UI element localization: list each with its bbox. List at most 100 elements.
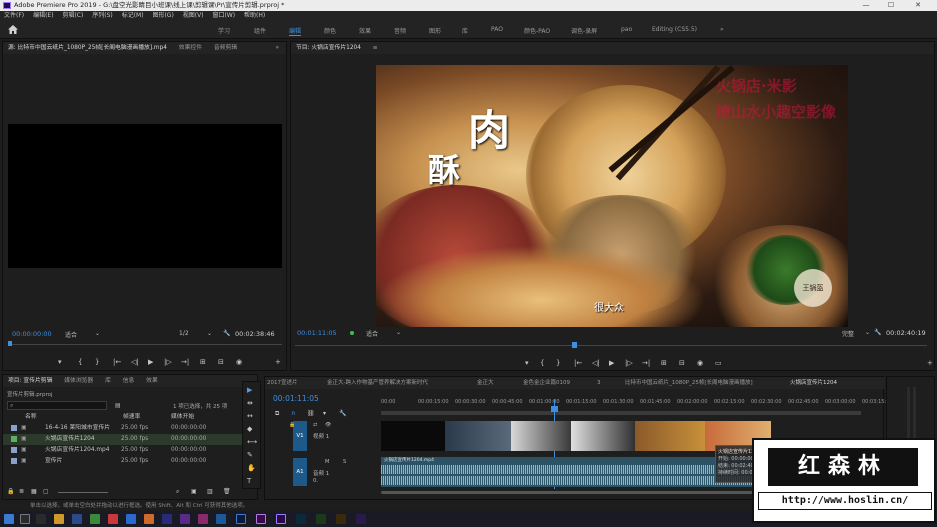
settings-wrench-icon[interactable]: 🔧	[339, 410, 346, 417]
close-button[interactable]: ✕	[907, 0, 929, 11]
comparison-view-icon[interactable]: ▭	[715, 359, 722, 367]
list-view-icon[interactable]: ≣	[19, 488, 24, 495]
add-marker-icon[interactable]: ▾	[323, 410, 326, 417]
tab-libraries[interactable]: 库	[100, 375, 116, 387]
nest-icon[interactable]: ⧉	[275, 410, 279, 418]
workspace-color-pao[interactable]: 颜色-PAO	[524, 26, 550, 35]
app-icon[interactable]	[72, 514, 82, 524]
workspace-assembly[interactable]: 组件	[254, 26, 266, 35]
type-tool-icon[interactable]: T	[247, 477, 251, 485]
mute-button[interactable]: M	[325, 459, 329, 465]
add-button-icon[interactable]: +	[275, 358, 281, 366]
app-icon[interactable]	[336, 514, 346, 524]
menu-window[interactable]: 窗口(W)	[212, 11, 235, 21]
extract-icon[interactable]: ⊟	[679, 359, 685, 367]
pen-tool-icon[interactable]: ✎	[247, 451, 253, 459]
app-icon[interactable]	[162, 514, 172, 524]
column-name[interactable]: 名称	[25, 412, 37, 423]
project-row[interactable]: ▣ 宣传片 25.00 fps 00:00:00:00	[3, 456, 259, 467]
timeline-timecode[interactable]: 00:01:11:05	[273, 394, 319, 403]
play-icon[interactable]: ▶	[609, 359, 614, 367]
workspace-more[interactable]: »	[720, 26, 724, 33]
app-icon[interactable]	[316, 514, 326, 524]
freeform-view-icon[interactable]: ▢	[43, 488, 49, 495]
add-button-icon[interactable]: +	[927, 359, 933, 367]
menu-file[interactable]: 文件(F)	[4, 11, 24, 21]
program-timecode[interactable]: 00:01:11:05	[297, 329, 337, 337]
overwrite-icon[interactable]: ⊟	[218, 358, 224, 366]
selection-tool-icon[interactable]: ▶	[247, 386, 252, 394]
menu-edit[interactable]: 编辑(E)	[33, 11, 53, 21]
razor-tool-icon[interactable]: ◆	[247, 425, 252, 433]
step-forward-icon[interactable]: |▷	[164, 358, 172, 366]
audio-clip[interactable]: 火锅店宣传片1204.mp4	[381, 457, 771, 487]
program-menu-icon[interactable]: ≡	[368, 42, 383, 54]
ripple-edit-tool-icon[interactable]: ↔	[247, 412, 253, 420]
start-icon[interactable]	[4, 514, 14, 524]
go-to-in-icon[interactable]: |←	[113, 358, 121, 366]
source-fit-dropdown[interactable]: 适合	[65, 330, 77, 339]
lift-icon[interactable]: ⊞	[661, 359, 667, 367]
project-row[interactable]: ▣ 火锅店宣传片1204 25.00 fps 00:00:00:00	[3, 434, 259, 445]
workspace-effects[interactable]: 效果	[359, 26, 371, 35]
mark-in-icon[interactable]: {	[78, 358, 82, 366]
column-media-start[interactable]: 媒体开始	[171, 412, 194, 423]
menu-marker[interactable]: 标记(M)	[122, 11, 144, 21]
project-search-input[interactable]: ⌕	[7, 401, 107, 410]
project-row[interactable]: ▣ 火锅店宣传片1204.mp4 25.00 fps 00:00:00:00	[3, 445, 259, 456]
workspace-pao-lower[interactable]: pao	[621, 26, 632, 33]
seq-tab-2017[interactable]: 2017宣述片	[267, 377, 298, 389]
tab-source[interactable]: 源: 比特币中国云纸片_1080P_25帧[长阁电脑漫画播放].mp4	[3, 42, 172, 54]
linked-selection-icon[interactable]: ⛓	[307, 410, 315, 417]
hand-tool-icon[interactable]: ✋	[247, 464, 256, 472]
wrench-icon[interactable]: 🔧	[223, 330, 230, 337]
project-row[interactable]: ▣ 16-4-16 莱阳城市宣传片 25.00 fps 00:00:00:00	[3, 423, 259, 434]
workspace-libraries[interactable]: 库	[462, 26, 468, 35]
mark-out-icon[interactable]: }	[556, 359, 560, 367]
app-icon[interactable]	[90, 514, 100, 524]
chevron-down-icon[interactable]: ⌄	[207, 330, 212, 337]
go-to-out-icon[interactable]: →|	[642, 359, 650, 367]
program-playhead[interactable]	[572, 342, 577, 348]
seq-tab-3[interactable]: 3	[597, 377, 601, 389]
workspace-color[interactable]: 颜色	[324, 26, 336, 35]
app-icon[interactable]	[216, 514, 226, 524]
menu-graphics[interactable]: 图形(G)	[152, 11, 173, 21]
label-color-swatch[interactable]	[11, 436, 17, 442]
wrench-icon[interactable]: 🔧	[874, 329, 881, 336]
a1-target[interactable]: A1	[293, 458, 307, 486]
app-icon[interactable]	[356, 514, 366, 524]
workspace-learn[interactable]: 学习	[218, 26, 230, 35]
source-resolution-dropdown[interactable]: 1/2	[179, 330, 189, 337]
program-fit-dropdown[interactable]: 适合	[366, 329, 378, 338]
tab-effects[interactable]: 效果	[141, 375, 163, 387]
seq-tab-jinzhengda-long[interactable]: 金正大-跨入作物基产管养解决方案新时代	[327, 377, 428, 389]
track-select-tool-icon[interactable]: ⇹	[247, 399, 253, 407]
source-tabs-more[interactable]: »	[270, 42, 284, 54]
workspace-grading-rec[interactable]: 调色-录屏	[571, 26, 597, 35]
seq-tab-jinzhengda[interactable]: 金正大	[477, 377, 494, 389]
mark-in-icon[interactable]: {	[540, 359, 544, 367]
label-color-swatch[interactable]	[11, 458, 17, 464]
menu-sequence[interactable]: 序列(S)	[92, 11, 113, 21]
program-viewer[interactable]: 肉 酥 很大众 火锅店·米影 撩山水小趣空影像 王锅盔	[376, 65, 848, 327]
search-icon[interactable]	[20, 514, 30, 524]
home-icon[interactable]	[8, 25, 18, 34]
program-scrubber-track[interactable]	[295, 345, 927, 346]
work-area-bar[interactable]	[381, 411, 861, 415]
seq-tab-bitcoin[interactable]: 比特币中国云纸片_1080P_25帧[长阁电脑漫画播放]	[625, 377, 753, 389]
go-to-in-icon[interactable]: |←	[574, 359, 582, 367]
solo-button[interactable]: S	[343, 459, 346, 465]
step-forward-icon[interactable]: |▷	[625, 359, 633, 367]
chevron-down-icon[interactable]: ⌄	[396, 329, 401, 336]
timeline-scrollbar[interactable]	[381, 491, 761, 494]
time-ruler[interactable]: 00:00 00:00:15:00 00:00:30:00 00:00:45:00 00…	[381, 399, 893, 411]
camera-icon[interactable]: ◉	[697, 359, 703, 367]
play-icon[interactable]: ▶	[148, 358, 153, 366]
workspace-pao[interactable]: PAO	[491, 26, 503, 33]
source-playhead[interactable]	[8, 341, 12, 346]
seq-tab-jinse[interactable]: 金色金企业篇0109	[523, 377, 570, 389]
trash-icon[interactable]: 🗑	[223, 488, 231, 495]
after-effects-icon[interactable]	[276, 514, 286, 524]
eye-icon[interactable]: 👁	[325, 422, 331, 428]
